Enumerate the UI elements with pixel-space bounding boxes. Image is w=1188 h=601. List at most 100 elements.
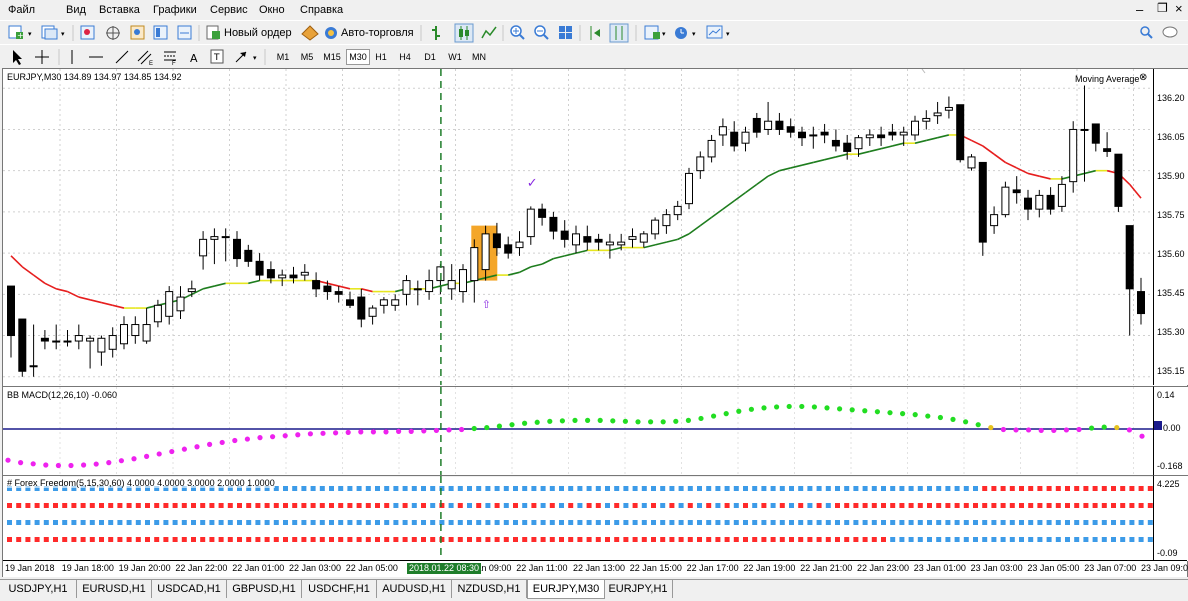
line-chart-icon — [481, 26, 497, 39]
tf-m5[interactable]: M5 — [296, 49, 318, 65]
macd-dot — [824, 405, 830, 411]
tf-m15[interactable]: M15 — [321, 49, 343, 65]
ff-dot — [513, 486, 518, 491]
moving-average-segment — [880, 145, 893, 150]
new-order-button[interactable]: Новый ордер — [224, 24, 292, 42]
menu-file[interactable]: Файл — [8, 4, 35, 16]
chart-window[interactable]: ✓ ⇧ EURJPY,M30 134.89 134.97 134.85 134.9… — [2, 68, 1188, 577]
ff-dot — [770, 503, 776, 508]
macd-dot — [358, 429, 364, 435]
tab-gbpusd[interactable]: GBPUSD,H1 — [227, 580, 302, 598]
time-tick: 22 Jan 15:00 — [629, 563, 682, 573]
tab-eurusd[interactable]: EURUSD,H1 — [77, 580, 152, 598]
menu-view[interactable]: Вид — [66, 4, 86, 16]
ff-dot — [135, 537, 141, 542]
svg-text:+: + — [17, 31, 24, 40]
ff-dot — [145, 520, 150, 525]
svg-text:▾: ▾ — [28, 31, 32, 38]
forex-freedom-pane[interactable]: # Forex Freedom(5,15,30,60) 4.0000 4.000… — [3, 475, 1153, 561]
time-tick: 22 Jan 05:00 — [345, 563, 398, 573]
ff-dot — [448, 503, 454, 508]
ff-dot — [825, 537, 831, 542]
candle-body — [820, 131, 829, 136]
ff-dot — [641, 503, 647, 508]
candle-body — [752, 117, 761, 133]
ff-dot — [402, 503, 408, 508]
indicator-close-icon[interactable]: ⊗ — [1139, 72, 1147, 83]
ff-dot — [660, 520, 666, 525]
tab-usdcad[interactable]: USDCAD,H1 — [152, 580, 227, 598]
chart-shift-icon — [590, 26, 600, 40]
ff-dot — [1138, 537, 1144, 542]
auto-trading-button[interactable]: Авто-торговля — [341, 24, 414, 42]
ff-dot — [1065, 537, 1070, 542]
tf-h4[interactable]: H4 — [394, 49, 416, 65]
macd-dot — [433, 427, 439, 434]
macd-zero-marker — [1154, 421, 1162, 430]
price-pane[interactable]: ✓ ⇧ EURJPY,M30 134.89 134.97 134.85 134.9… — [3, 69, 1153, 385]
macd-dot — [68, 462, 74, 469]
menu-window[interactable]: Окно — [259, 4, 285, 16]
menu-tools[interactable]: Сервис — [210, 4, 248, 16]
close-icon[interactable]: × — [1175, 1, 1183, 16]
ff-dot — [614, 520, 620, 525]
ff-dot — [605, 520, 610, 525]
time-axis[interactable]: 19 Jan 2018 19 Jan 18:00 19 Jan 20:00 22 Ja… — [3, 560, 1188, 577]
candle-body — [357, 296, 366, 320]
minimize-icon[interactable]: – — [1136, 2, 1143, 17]
menu-charts[interactable]: Графики — [153, 4, 197, 16]
ff-dot — [347, 486, 353, 491]
candle-body — [922, 117, 931, 122]
ff-dot — [862, 486, 868, 491]
tab-nzdusd[interactable]: NZDUSD,H1 — [452, 580, 527, 598]
macd-dot — [383, 429, 389, 435]
tab-audusd[interactable]: AUDUSD,H1 — [377, 580, 452, 598]
ff-dot — [71, 520, 77, 525]
macd-axis[interactable]: 0.14 0.00 -0.168 — [1153, 386, 1188, 475]
restore-icon[interactable]: ❐ — [1157, 1, 1168, 15]
tab-usdchf[interactable]: USDCHF,H1 — [302, 580, 377, 598]
tf-w1[interactable]: W1 — [444, 49, 466, 65]
ff-dot — [1074, 520, 1080, 525]
candle-body — [549, 216, 558, 232]
ff-dot — [779, 520, 785, 525]
price-axis[interactable]: 136.20 136.05 135.90 135.75 135.60 135.4… — [1153, 69, 1188, 385]
candle-body — [63, 340, 72, 343]
ff-dot — [25, 537, 31, 542]
ff-dot — [752, 486, 758, 491]
ff-axis[interactable]: 4.225 -0.09 — [1153, 475, 1188, 561]
menu-help[interactable]: Справка — [300, 4, 343, 16]
candle-body — [1012, 189, 1021, 194]
candle-body — [707, 139, 716, 158]
ff-dot — [347, 520, 353, 525]
tf-h1[interactable]: H1 — [370, 49, 392, 65]
ff-dot — [954, 537, 960, 542]
tf-m30[interactable]: M30 — [346, 49, 370, 65]
candle-body — [877, 134, 886, 139]
moving-average-segment — [10, 255, 23, 268]
ff-dot — [200, 520, 206, 525]
ff-dot — [513, 520, 518, 525]
autoscroll-icon — [609, 23, 629, 43]
tf-m1[interactable]: M1 — [272, 49, 294, 65]
tab-usdjpy[interactable]: USDJPY,H1 — [0, 580, 77, 598]
ff-dot — [393, 537, 399, 542]
ff-dot — [789, 486, 794, 491]
ff-dot — [641, 537, 647, 542]
tab-eurjpy-h1[interactable]: EURJPY,H1 — [604, 580, 673, 598]
tab-eurjpy-m30[interactable]: EURJPY,M30 — [527, 580, 605, 599]
ff-dot — [1009, 537, 1015, 542]
ff-dot — [899, 503, 905, 508]
tf-mn[interactable]: MN — [468, 49, 490, 65]
ff-dot — [1019, 503, 1024, 508]
macd-dot — [81, 462, 87, 468]
macd-dot — [30, 461, 36, 467]
tf-d1[interactable]: D1 — [419, 49, 441, 65]
ff-dot — [853, 537, 859, 542]
macd-pane[interactable]: BB MACD(12,26,10) -0.060 — [3, 386, 1153, 475]
ff-dot — [614, 503, 620, 508]
ff-dot — [338, 486, 344, 491]
ff-dot — [99, 503, 104, 508]
menu-insert[interactable]: Вставка — [99, 4, 140, 16]
ff-dot — [402, 537, 408, 542]
